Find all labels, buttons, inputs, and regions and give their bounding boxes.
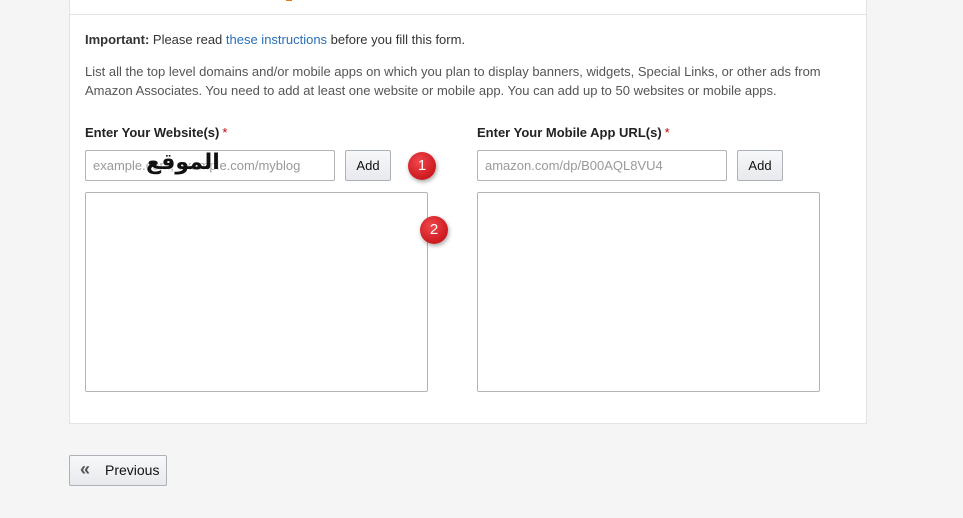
app-list[interactable] <box>477 192 820 392</box>
instructions-link[interactable]: these instructions <box>226 32 327 47</box>
notice-text-after: before you fill this form. <box>327 32 466 47</box>
important-notice: Important: Please read these instruction… <box>85 32 465 48</box>
required-asterisk: * <box>222 125 228 140</box>
notice-text-before: Please read <box>149 32 226 47</box>
add-app-button[interactable]: Add <box>737 150 783 181</box>
form-description: List all the top level domains and/or mo… <box>85 64 821 98</box>
add-website-button[interactable]: Add <box>345 150 391 181</box>
double-chevron-left-icon: « <box>80 459 91 479</box>
important-label: Important: <box>85 32 150 47</box>
step-badge-1: 1 <box>408 152 436 180</box>
app-label: Enter Your Mobile App URL(s) * <box>477 125 670 141</box>
app-url-input[interactable]: amazon.com/dp/B00AQL8VU4 <box>477 150 727 181</box>
previous-button[interactable]: « Previous <box>69 455 167 486</box>
step-badge-2: 2 <box>420 216 448 244</box>
previous-label: Previous <box>105 462 160 478</box>
required-asterisk: * <box>664 125 670 140</box>
app-label-text: Enter Your Mobile App URL(s) <box>477 125 662 140</box>
website-label-text: Enter Your Website(s) <box>85 125 220 140</box>
panel-divider <box>70 14 866 15</box>
arabic-watermark: الموقع <box>146 150 220 175</box>
website-label: Enter Your Website(s) * <box>85 125 227 141</box>
cut-off-accent-text <box>286 0 292 1</box>
website-list[interactable] <box>85 192 428 392</box>
